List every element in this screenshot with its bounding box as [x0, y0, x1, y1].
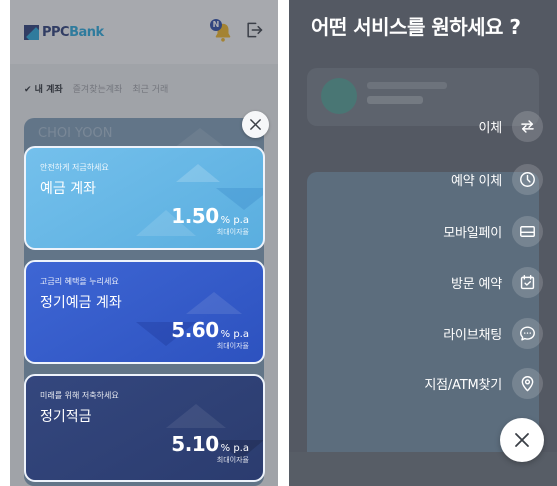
menu-item-mobile-pay[interactable]: 모바일페이	[443, 215, 543, 247]
product-card-installment-savings[interactable]: 미래를 위해 저축하세요 정기적금 5.10% p.a 최대이자율	[24, 374, 265, 482]
product-subtitle: 안전하게 저금하세요	[40, 163, 109, 172]
rate-unit: % p.a	[220, 443, 249, 454]
transfer-icon	[512, 110, 543, 142]
menu-item-visit-reservation[interactable]: 방문 예약	[451, 266, 543, 298]
product-card-fixed-deposit[interactable]: 고금리 혜택을 누리세요 정기예금 계좌 5.60% p.a 최대이자율	[24, 260, 265, 364]
service-menu-title: 어떤 서비스를 원하세요 ?	[311, 15, 521, 39]
right-screen: 어떤 서비스를 원하세요 ? 이체 예약 이체 모바일페이 방문 예약 라이브채…	[289, 0, 557, 486]
chat-icon	[512, 317, 543, 349]
menu-item-scheduled-transfer[interactable]: 예약 이체	[451, 163, 543, 195]
menu-label: 이체	[478, 120, 502, 136]
left-screen: PPCBank N ✔ 내 계좌 즐겨찾는계좌 최근 거래 CHOI YOON …	[10, 0, 278, 486]
product-rate: 5.10% p.a 최대이자율	[171, 432, 249, 465]
product-subtitle: 미래를 위해 저축하세요	[40, 391, 119, 400]
rate-caption: 최대이자율	[216, 342, 249, 350]
close-icon	[515, 433, 529, 447]
menu-label: 방문 예약	[451, 276, 502, 292]
rate-caption: 최대이자율	[216, 456, 249, 464]
close-service-menu-button[interactable]	[500, 418, 544, 462]
rate-unit: % p.a	[220, 329, 249, 340]
close-icon	[250, 119, 261, 130]
product-card-deposit[interactable]: 안전하게 저금하세요 예금 계좌 1.50% p.a 최대이자율	[24, 146, 265, 250]
product-title: 정기적금	[40, 409, 92, 425]
menu-item-branch-atm-finder[interactable]: 지점/ATM찾기	[424, 367, 543, 399]
rate-value: 1.50	[171, 204, 219, 228]
product-title: 정기예금 계좌	[40, 295, 122, 311]
menu-item-live-chat[interactable]: 라이브채팅	[443, 317, 543, 349]
card-icon	[512, 215, 543, 247]
calendar-check-icon	[512, 266, 543, 298]
rate-caption: 최대이자율	[216, 228, 249, 236]
menu-label: 모바일페이	[443, 225, 502, 241]
menu-label: 라이브채팅	[443, 327, 502, 343]
menu-item-transfer[interactable]: 이체	[478, 110, 543, 142]
product-rate: 1.50% p.a 최대이자율	[171, 204, 249, 237]
menu-label: 예약 이체	[451, 173, 502, 189]
product-subtitle: 고금리 혜택을 누리세요	[40, 277, 119, 286]
location-pin-icon	[512, 367, 543, 399]
rate-unit: % p.a	[220, 215, 249, 226]
product-title: 예금 계좌	[40, 181, 96, 197]
rate-value: 5.10	[171, 432, 219, 456]
clock-icon	[512, 163, 543, 195]
menu-label: 지점/ATM찾기	[424, 377, 502, 393]
rate-value: 5.60	[171, 318, 219, 342]
product-rate: 5.60% p.a 최대이자율	[171, 318, 249, 351]
close-product-sheet-button[interactable]	[242, 111, 269, 138]
